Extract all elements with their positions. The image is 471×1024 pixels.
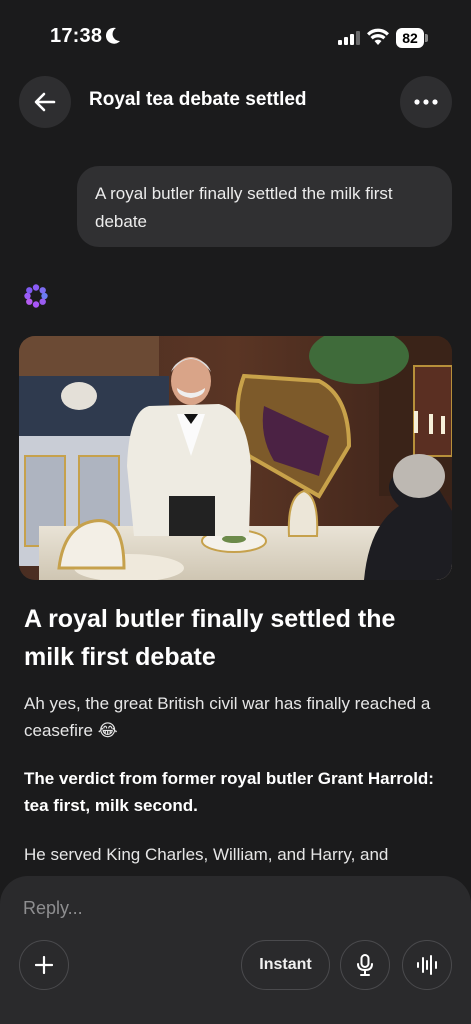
voice-mode-button[interactable] — [402, 940, 452, 990]
article-intro: Ah yes, the great British civil war has … — [24, 694, 431, 740]
waveform-icon — [417, 955, 437, 975]
status-bar: 17:38 82 — [0, 0, 471, 76]
conversation-header: Royal tea debate settled — [0, 76, 471, 128]
instant-mode-button[interactable]: Instant — [241, 940, 330, 990]
add-attachment-button[interactable] — [19, 940, 69, 990]
back-button[interactable] — [19, 76, 71, 128]
reply-input[interactable] — [23, 898, 443, 919]
more-options-button[interactable] — [400, 76, 452, 128]
composer-panel: Instant — [0, 876, 471, 1024]
dictation-button[interactable] — [340, 940, 390, 990]
battery-icon: 82 — [396, 28, 428, 48]
microphone-icon — [357, 954, 373, 976]
article-title: A royal butler finally settled the milk … — [24, 605, 396, 671]
wifi-icon — [367, 28, 389, 45]
plus-icon — [35, 956, 53, 974]
article-body: He served King Charles, William, and Har… — [24, 845, 389, 864]
status-time: 17:38 — [50, 25, 103, 47]
battery-level: 82 — [396, 28, 424, 48]
assistant-logo-icon — [24, 284, 48, 308]
article-verdict: The verdict from former royal butler Gra… — [24, 769, 434, 815]
article-hero-image[interactable] — [19, 336, 452, 580]
cellular-signal-icon — [338, 31, 360, 45]
conversation-title: Royal tea debate settled — [89, 89, 307, 110]
more-horizontal-icon — [414, 99, 438, 105]
moon-icon — [105, 27, 120, 44]
arrow-left-icon — [34, 92, 56, 112]
user-message-bubble: A royal butler finally settled the milk … — [77, 166, 452, 247]
